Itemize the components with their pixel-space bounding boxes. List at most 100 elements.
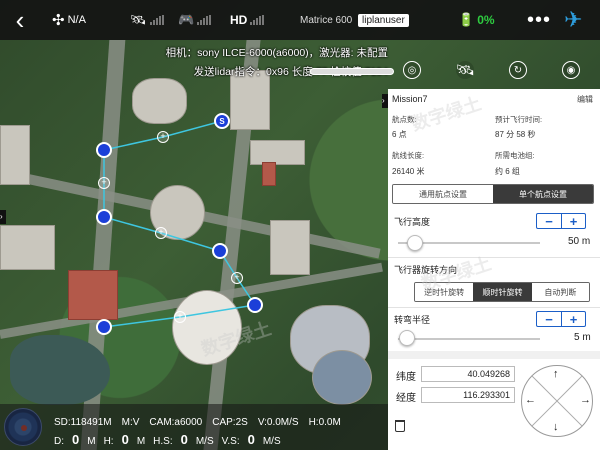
settings-tab-group: 通用航点设置 单个航点设置 [392, 184, 594, 204]
hspeed-unit: M/S [195, 436, 214, 447]
satellite-signal-icon: 🛰 [130, 12, 147, 27]
compass-icon[interactable]: ◉ [562, 61, 580, 79]
distance-value: 0 [72, 432, 80, 447]
battery-icon: 🔋 [458, 12, 475, 27]
altitude-value: 50 m [568, 236, 591, 247]
arrow-right-icon[interactable]: → [580, 394, 591, 406]
arrow-left-icon[interactable]: ← [525, 394, 536, 406]
gps-signal: 🛰 [130, 0, 164, 40]
camera-model: CAM:a6000 [149, 417, 203, 428]
waypoint-marker[interactable] [96, 209, 112, 225]
aircraft-signal: ✣ N/A [52, 0, 86, 40]
trash-icon[interactable] [395, 420, 405, 432]
tab-general-settings[interactable]: 通用航点设置 [393, 185, 493, 203]
alt-unit: M [136, 436, 146, 447]
left-collapse-handle[interactable]: › [0, 210, 6, 224]
latitude-label: 纬度 [396, 372, 416, 383]
height: H:0.0M [308, 417, 341, 428]
mission-name: Mission7 [392, 94, 428, 104]
radius-value: 5 m [574, 332, 591, 343]
hspeed-label: H.S: [153, 436, 173, 447]
username-badge[interactable]: liplanuser [358, 13, 409, 27]
arrow-up-icon[interactable]: ↑ [553, 368, 559, 380]
vspeed-label: V.S: [221, 436, 240, 447]
est-time-label: 预计飞行时间: [495, 115, 543, 124]
latitude-field[interactable]: 40.049268 [421, 366, 515, 382]
refresh-icon[interactable]: ↻ [509, 61, 527, 79]
waypoint-marker[interactable] [96, 142, 112, 158]
divider [388, 257, 600, 258]
back-chevron-icon[interactable]: ‹ [6, 0, 34, 40]
more-options-icon[interactable]: ••• [527, 0, 551, 40]
velocity: V:0.0M/S [257, 417, 299, 428]
remote-signal: 🎮 [178, 0, 212, 40]
top-status-bar: ‹ ✣ N/A 🛰 🎮 HD Matrice 600 liplanuser 🔋 … [0, 0, 600, 40]
alt-value: 0 [121, 432, 129, 447]
distance-label: D: [54, 436, 64, 447]
radius-decrease-button[interactable]: − [537, 312, 561, 326]
vspeed-unit: M/S [262, 436, 281, 447]
distance-unit: M [87, 436, 96, 447]
radius-title: 转弯半径 [394, 315, 431, 325]
flight-mode-plane-icon[interactable]: ✈ [564, 0, 582, 40]
route-length-value: 26140 米 [392, 167, 425, 176]
waypoint-marker[interactable] [247, 297, 263, 313]
altitude-title: 飞行高度 [394, 217, 431, 227]
capture-interval: CAP:2S [212, 417, 248, 428]
est-time-value: 87 分 58 秒 [495, 130, 536, 139]
telemetry-bar: SD:118491M M:V CAM:a6000 CAP:2S V:0.0M/S… [0, 404, 388, 450]
longitude-label: 经度 [396, 393, 416, 404]
start-waypoint[interactable]: S [214, 113, 230, 129]
hd-label: HD [230, 13, 248, 27]
waypoint-marker[interactable] [96, 319, 112, 335]
waypoint-move-dpad: ↑ ↓ ← → [521, 365, 593, 437]
battery-needed-value: 约 6 组 [495, 167, 520, 176]
signal-bars-icon [197, 15, 212, 25]
midpoint-add-icon[interactable]: + [98, 177, 110, 189]
satellite-icon[interactable]: 🛰 [455, 61, 475, 79]
signal-bars-icon [250, 15, 265, 25]
vspeed-value: 0 [247, 432, 255, 447]
route-length-label: 航线长度: [392, 151, 425, 160]
remote-controller-icon: 🎮 [178, 12, 195, 27]
section-separator [388, 351, 600, 359]
locate-target-icon[interactable]: ◎ [403, 61, 421, 79]
radius-increase-button[interactable]: + [561, 312, 585, 326]
mission-settings-panel: Mission7 编辑 航点数: 预计飞行时间: 6 点 87 分 58 秒 航… [388, 89, 600, 450]
rotation-title: 飞行器旋转方向 [394, 265, 458, 275]
waypoint-marker[interactable] [212, 243, 228, 259]
hd-signal: HD [230, 0, 265, 40]
edit-button[interactable]: 编辑 [577, 94, 593, 105]
arrow-down-icon[interactable]: ↓ [553, 421, 559, 433]
midpoint-add-icon[interactable]: + [174, 311, 186, 323]
rotation-direction-group: 逆时针旋转 顺时针旋转 自动判断 [414, 282, 590, 302]
camera-info: 相机：sony ILCE-6000(a6000)，激光器: 未配置 [165, 47, 388, 59]
altitude-decrease-button[interactable]: − [537, 214, 561, 228]
rotate-ccw-button[interactable]: 逆时针旋转 [415, 283, 474, 301]
divider [388, 307, 600, 308]
battery-percent: 0% [477, 13, 495, 27]
midpoint-add-icon[interactable]: + [155, 227, 167, 239]
altitude-increase-button[interactable]: + [561, 214, 585, 228]
rotate-auto-button[interactable]: 自动判断 [531, 283, 589, 301]
route-line [103, 120, 257, 328]
drone-icon: ✣ [52, 12, 65, 29]
waypoints-value: 6 点 [392, 130, 407, 139]
sd-storage: SD:118491M [54, 417, 112, 428]
waypoints-label: 航点数: [392, 115, 417, 124]
midpoint-add-icon[interactable]: + [157, 131, 169, 143]
tab-single-settings[interactable]: 单个航点设置 [493, 185, 593, 203]
altitude-stepper: − + [536, 213, 586, 229]
radius-slider-track[interactable] [398, 338, 540, 340]
radius-stepper: − + [536, 311, 586, 327]
midpoint-add-icon[interactable]: + [231, 272, 243, 284]
altitude-slider-knob[interactable] [407, 235, 424, 251]
radius-slider-knob[interactable] [398, 330, 415, 346]
longitude-field[interactable]: 116.293301 [421, 387, 515, 403]
battery-needed-label: 所需电池组: [495, 151, 535, 160]
battery-status: 🔋 0% [458, 0, 495, 40]
mode-value: M:V [121, 417, 140, 428]
aircraft-model: Matrice 600 [300, 14, 353, 26]
rotate-cw-button[interactable]: 顺时针旋转 [473, 283, 532, 301]
signal-bars-icon [149, 15, 164, 25]
